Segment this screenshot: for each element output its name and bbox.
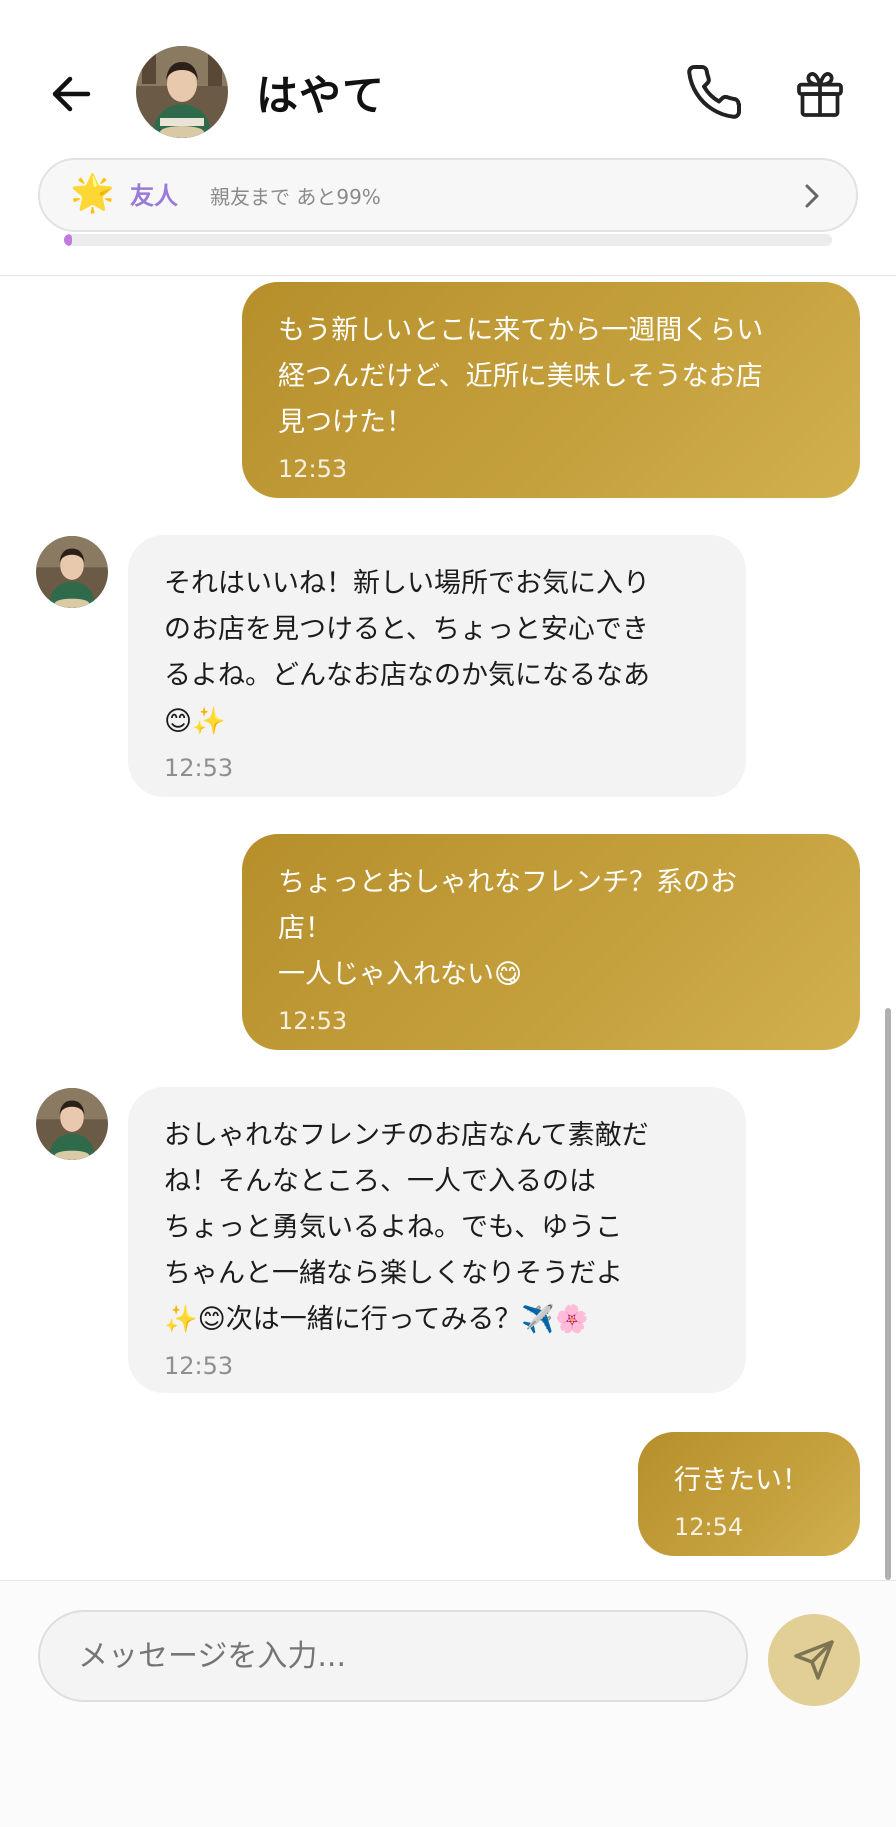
message-time: 12:53 [164, 1352, 234, 1380]
messages-scrollbar[interactable] [885, 1008, 891, 1580]
message-time: 12:54 [674, 1513, 744, 1541]
back-button[interactable] [44, 66, 100, 122]
arrow-left-icon [52, 76, 91, 112]
next-level-progress-text: 親友まで あと99% [210, 185, 381, 209]
message-bubble-sent: ちょっとおしゃれなフレンチ？系のお 店！ 一人じゃ入れない😋 12:53 [242, 834, 860, 1050]
message-text: おしゃれなフレンチのお店なんて素敵だ ね！そんなところ、一人で入るのは ちょっと… [164, 1120, 649, 1335]
message-bubble-sent: 行きたい！ 12:54 [638, 1432, 860, 1556]
message-time: 12:53 [278, 455, 348, 483]
send-icon [794, 1640, 834, 1680]
relationship-progress-fill [64, 234, 72, 246]
message-text: ちょっとおしゃれなフレンチ？系のお 店！ 一人じゃ入れない😋 [278, 867, 737, 990]
phone-icon [687, 64, 742, 119]
relationship-progress-bar [64, 234, 832, 246]
contact-avatar[interactable] [136, 46, 228, 138]
gift-icon [797, 72, 843, 117]
gift-button[interactable] [792, 66, 848, 122]
chevron-right-icon [805, 184, 819, 208]
message-time: 12:53 [164, 754, 234, 782]
message-bubble-received: おしゃれなフレンチのお店なんて素敵だ ね！そんなところ、一人で入るのは ちょっと… [128, 1087, 746, 1393]
message-text: それはいいね！新しい場所でお気に入り のお店を見つけると、ちょっと安心でき るよ… [164, 568, 650, 737]
contact-name: はやて [256, 71, 386, 120]
message-bubble-received: それはいいね！新しい場所でお気に入り のお店を見つけると、ちょっと安心でき るよ… [128, 535, 746, 797]
header-divider [0, 275, 896, 276]
contact-avatar-small[interactable] [36, 1088, 108, 1160]
message-text: 行きたい！ [674, 1465, 809, 1496]
message-input[interactable] [38, 1610, 748, 1702]
message-bubble-sent: もう新しいとこに来てから一週間くらい 経つんだけど、近所に美味しそうなお店 見つ… [242, 282, 860, 498]
contact-avatar-small[interactable] [36, 536, 108, 608]
relationship-level: 友人 [130, 182, 178, 210]
chat-header: はやて 🌟 友人 親友まで あと99% [0, 0, 896, 246]
message-time: 12:53 [278, 1007, 348, 1035]
relationship-banner[interactable]: 🌟 友人 親友まで あと99% [38, 158, 858, 232]
message-text: もう新しいとこに来てから一週間くらい 経つんだけど、近所に美味しそうなお店 見つ… [278, 315, 764, 438]
send-button[interactable] [768, 1614, 860, 1706]
glowing-star-icon: 🌟 [70, 173, 115, 214]
call-button[interactable] [684, 62, 744, 122]
